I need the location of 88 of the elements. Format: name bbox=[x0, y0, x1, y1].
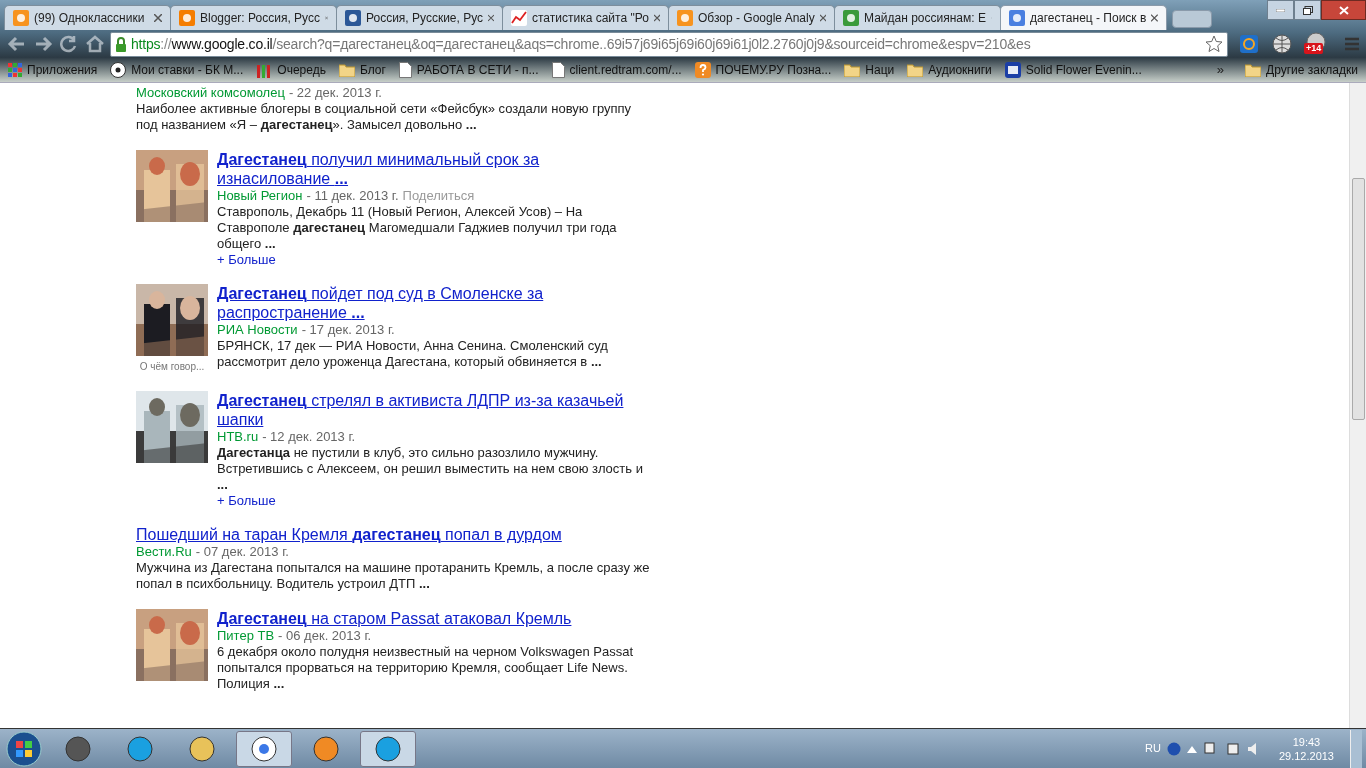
maximize-button[interactable] bbox=[1294, 0, 1321, 20]
folder-icon bbox=[907, 63, 924, 77]
site-icon bbox=[1009, 10, 1025, 26]
address-bar[interactable]: https://www.google.co.il/search?q=дагестанец&oq=дагестанец&aqs=chrome..69i57j69i65j69i60j69i61j0l2.2760j0j9&sourceid=chrome&espv=210&es bbox=[110, 31, 1228, 57]
result-title-link[interactable]: Дагестанец стрелял в активиста ЛДПР из-за казачьей шапки bbox=[217, 391, 651, 429]
result-date: - 06 дек. 2013 г. bbox=[278, 628, 372, 644]
site-icon bbox=[1004, 62, 1021, 78]
scrollbar-thumb[interactable] bbox=[1351, 178, 1365, 420]
restore-icon bbox=[1302, 5, 1313, 15]
tab-title: Россия, Русские, Рус bbox=[366, 10, 484, 27]
result-title-link[interactable]: Дагестанец на старом Passat атаковал Кремль bbox=[217, 609, 651, 628]
folder-icon bbox=[844, 63, 861, 77]
globe-icon[interactable] bbox=[1272, 34, 1292, 54]
browser-tab[interactable]: статистика сайта "Ро bbox=[502, 5, 669, 30]
tab-title: Майдан россиянам: Е bbox=[864, 10, 986, 27]
close-button[interactable] bbox=[1321, 0, 1366, 20]
result-date: - 11 дек. 2013 г. bbox=[306, 188, 399, 204]
result-snippet: Дагестанца не пустили в клуб, это сильно разозлило мужчину. Встретившись с Алексеем, он решил выместить на нем свою злость и ... bbox=[217, 445, 644, 493]
bookmark-folder[interactable]: Другие закладки bbox=[1245, 61, 1358, 79]
bookmark-item[interactable]: Блог bbox=[338, 60, 386, 80]
bookmark-item[interactable]: Наци bbox=[844, 60, 895, 80]
bookmark-item[interactable]: Solid Flower Evenin... bbox=[1004, 60, 1142, 80]
tab-title: Обзор - Google Analy bbox=[698, 10, 815, 27]
result-snippet: Мужчина из Дагестана попытался на машине протаранить Кремль, а после сразу же попал в психбольницу. Водитель устроил ДТП ... bbox=[136, 560, 651, 592]
result-snippet: Ставрополь, Декабрь 11 (Новый Регион, Алексей Усов) – На Ставрополе дагестанец Магомедшали Гаджиев получил три года общего ... bbox=[217, 204, 618, 252]
scrollbar[interactable] bbox=[1349, 83, 1366, 728]
minimize-icon bbox=[1276, 8, 1285, 12]
site-icon bbox=[677, 10, 693, 26]
page-icon bbox=[398, 62, 412, 78]
thumbnail-caption: О чём говор... bbox=[139, 360, 205, 374]
result-title-link[interactable]: Дагестанец пойдет под суд в Смоленске за распространение ... bbox=[217, 284, 651, 322]
browser-tab[interactable]: (99) Одноклассники bbox=[4, 5, 171, 30]
result-snippet: БРЯНСК, 17 дек — РИА Новости, Анна Сенина. Смоленский суд рассмотрит дело уроженца Дагестана, который обвиняется в ... bbox=[217, 338, 609, 370]
more-bookmarks-chevron[interactable]: » bbox=[1216, 60, 1225, 80]
bookmark-item[interactable]: РАБОТА В СЕТИ - п... bbox=[398, 60, 539, 80]
page-icon bbox=[551, 62, 565, 78]
grid-icon bbox=[8, 63, 22, 77]
lock-icon bbox=[115, 36, 127, 52]
result-source: Новый Регион bbox=[217, 188, 303, 204]
browser-tab[interactable]: Россия, Русские, Рус bbox=[336, 5, 503, 30]
start-icon[interactable] bbox=[4, 729, 44, 768]
result-date: - 12 дек. 2013 г. bbox=[262, 429, 356, 445]
result-date: - 17 дек. 2013 г. bbox=[301, 322, 395, 338]
browser-tab[interactable]: Blogger: Россия, Русс bbox=[170, 5, 337, 30]
site-icon bbox=[511, 10, 527, 26]
result-source: Вести.Ru bbox=[136, 544, 192, 560]
bookmark-item[interactable]: Аудиокниги bbox=[907, 60, 992, 80]
tab-title: (99) Одноклассники bbox=[34, 10, 146, 27]
result-source: Питер ТВ bbox=[217, 628, 275, 644]
bookmark-item[interactable]: ПОЧЕМУ.РУ Позна... bbox=[694, 60, 832, 80]
result-title-link[interactable]: Пошедший на таран Кремля дагестанец попал в дурдом bbox=[136, 525, 651, 544]
bookmark-item[interactable]: Очередь bbox=[256, 60, 326, 80]
site-icon bbox=[13, 10, 29, 26]
result-snippet: Наиболее активные блогеры в социальной сети «Фейсбук» создали новую группу под названием «Я – дагестанец». Замысел довольно ... bbox=[136, 101, 633, 133]
result-source: Московский комсомолец bbox=[136, 85, 285, 101]
site-icon bbox=[843, 10, 859, 26]
folder-icon bbox=[1245, 63, 1262, 77]
bookmark-item[interactable]: client.redtram.com/... bbox=[551, 60, 682, 80]
address-text: https://www.google.co.il/search?q=дагестанец&oq=дагестанец&aqs=chrome..69i57j69i65j69i60j69i61j0l2.2760j0j9&sourceid=chrome&espv=210&es bbox=[131, 34, 1032, 54]
browser-app-icon[interactable] bbox=[236, 730, 292, 767]
site-icon bbox=[345, 10, 361, 26]
tab-title: статистика сайта "Ро bbox=[532, 10, 649, 27]
more-link[interactable]: + Больше bbox=[217, 252, 276, 267]
people-icon bbox=[256, 62, 273, 78]
result-snippet: 6 декабря около полудня неизвестный на черном Volkswagen Passat попытался прорваться на территорию Кремля, сообщает Life News. Полиция ... bbox=[217, 644, 635, 692]
tab-title: Blogger: Россия, Русс bbox=[200, 10, 320, 27]
folder-icon bbox=[338, 63, 355, 77]
result-source: НТВ.ru bbox=[217, 429, 259, 445]
browser-tab[interactable]: Майдан россиянам: Е bbox=[834, 5, 1001, 30]
star-icon[interactable] bbox=[1205, 35, 1223, 53]
browser-tab[interactable]: Обзор - Google Analy bbox=[668, 5, 835, 30]
site-icon bbox=[179, 10, 195, 26]
result-title-link[interactable]: Дагестанец получил минимальный срок за изнасилование ... bbox=[217, 150, 651, 188]
question-icon bbox=[694, 62, 711, 78]
more-link[interactable]: + Больше bbox=[217, 493, 276, 508]
caret-icon[interactable] bbox=[1186, 744, 1197, 753]
home-icon[interactable] bbox=[84, 35, 106, 53]
bookmark-item[interactable]: Мои ставки - БК М... bbox=[110, 60, 244, 80]
result-source: РИА Новости bbox=[217, 322, 298, 338]
ball-icon bbox=[110, 62, 127, 78]
mail-icon[interactable] bbox=[1240, 35, 1258, 53]
result-date: - 07 дек. 2013 г. bbox=[195, 544, 289, 560]
tab-title: дагестанец - Поиск в bbox=[1030, 10, 1147, 27]
notification-badge: +14 bbox=[1304, 43, 1324, 54]
browser-tab[interactable]: дагестанец - Поиск в bbox=[1000, 5, 1167, 30]
help-icon[interactable] bbox=[1166, 741, 1181, 756]
result-date: - 22 дек. 2013 г. bbox=[288, 85, 382, 101]
bookmark-item[interactable]: Приложения bbox=[8, 60, 98, 80]
